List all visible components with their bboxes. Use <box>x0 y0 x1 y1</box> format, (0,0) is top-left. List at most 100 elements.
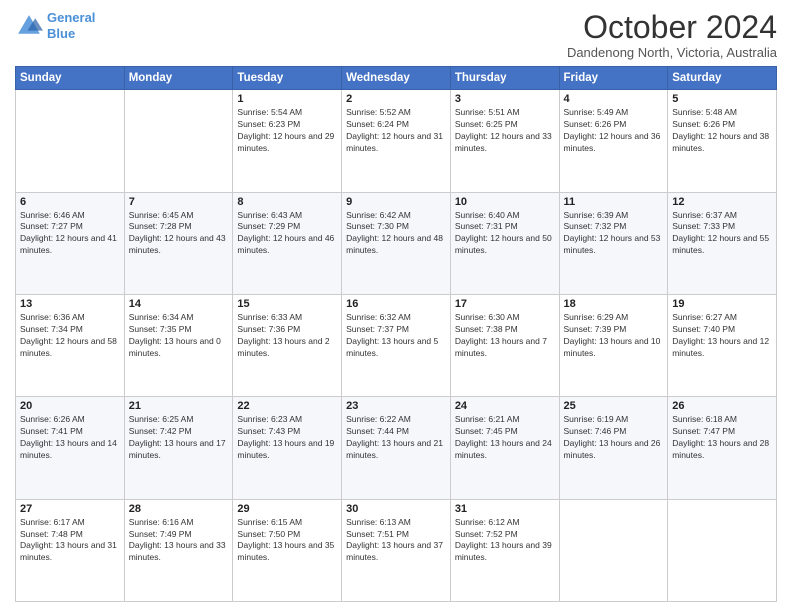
calendar-cell: 15 Sunrise: 6:33 AM Sunset: 7:36 PM Dayli… <box>233 294 342 396</box>
header: General Blue October 2024 Dandenong Nort… <box>15 10 777 60</box>
day-number: 29 <box>237 503 337 515</box>
day-info: Sunrise: 6:33 AM Sunset: 7:36 PM Dayligh… <box>237 312 337 360</box>
logo-line2: Blue <box>47 26 75 41</box>
calendar-cell: 30 Sunrise: 6:13 AM Sunset: 7:51 PM Dayli… <box>342 499 451 601</box>
day-header-sunday: Sunday <box>16 67 125 90</box>
page: General Blue October 2024 Dandenong Nort… <box>0 0 792 612</box>
calendar-cell: 3 Sunrise: 5:51 AM Sunset: 6:25 PM Daylig… <box>450 90 559 192</box>
day-info: Sunrise: 6:27 AM Sunset: 7:40 PM Dayligh… <box>672 312 772 360</box>
calendar-week-2: 6Sunrise: 6:46 AM Sunset: 7:27 PM Daylig… <box>16 192 777 294</box>
logo-text: General Blue <box>47 10 95 41</box>
day-header-thursday: Thursday <box>450 67 559 90</box>
calendar-cell: 27Sunrise: 6:17 AM Sunset: 7:48 PM Dayli… <box>16 499 125 601</box>
calendar-cell: 13 Sunrise: 6:36 AM Sunset: 7:34 PM Dayli… <box>16 294 125 396</box>
day-number: 4 <box>564 93 664 105</box>
calendar-week-1: 1 Sunrise: 5:54 AM Sunset: 6:23 PM Daylig… <box>16 90 777 192</box>
calendar-cell <box>16 90 125 192</box>
calendar-week-3: 13 Sunrise: 6:36 AM Sunset: 7:34 PM Dayli… <box>16 294 777 396</box>
month-year: October 2024 <box>567 10 777 45</box>
day-number: 11 <box>564 196 664 208</box>
day-info: Sunrise: 5:48 AM Sunset: 6:26 PM Dayligh… <box>672 107 772 155</box>
calendar-cell: 20 Sunrise: 6:26 AM Sunset: 7:41 PM Dayli… <box>16 397 125 499</box>
day-header-wednesday: Wednesday <box>342 67 451 90</box>
day-info: Sunrise: 6:18 AM Sunset: 7:47 PM Dayligh… <box>672 414 772 462</box>
calendar-cell: 11 Sunrise: 6:39 AM Sunset: 7:32 PM Dayli… <box>559 192 668 294</box>
day-number: 20 <box>20 400 120 412</box>
calendar-cell: 9Sunrise: 6:42 AM Sunset: 7:30 PM Daylig… <box>342 192 451 294</box>
day-number: 28 <box>129 503 229 515</box>
day-info: Sunrise: 6:39 AM Sunset: 7:32 PM Dayligh… <box>564 210 664 258</box>
day-header-friday: Friday <box>559 67 668 90</box>
calendar-week-4: 20 Sunrise: 6:26 AM Sunset: 7:41 PM Dayli… <box>16 397 777 499</box>
day-info: Sunrise: 6:22 AM Sunset: 7:44 PM Dayligh… <box>346 414 446 462</box>
day-info: Sunrise: 6:36 AM Sunset: 7:34 PM Dayligh… <box>20 312 120 360</box>
title-block: October 2024 Dandenong North, Victoria, … <box>567 10 777 60</box>
calendar-header-row: SundayMondayTuesdayWednesdayThursdayFrid… <box>16 67 777 90</box>
calendar-cell: 26 Sunrise: 6:18 AM Sunset: 7:47 PM Dayli… <box>668 397 777 499</box>
day-header-tuesday: Tuesday <box>233 67 342 90</box>
day-number: 22 <box>237 400 337 412</box>
day-number: 7 <box>129 196 229 208</box>
location: Dandenong North, Victoria, Australia <box>567 45 777 60</box>
day-number: 26 <box>672 400 772 412</box>
calendar-cell: 2Sunrise: 5:52 AM Sunset: 6:24 PM Daylig… <box>342 90 451 192</box>
day-number: 6 <box>20 196 120 208</box>
calendar-cell: 28 Sunrise: 6:16 AM Sunset: 7:49 PM Dayli… <box>124 499 233 601</box>
day-info: Sunrise: 6:13 AM Sunset: 7:51 PM Dayligh… <box>346 517 446 565</box>
calendar-cell <box>124 90 233 192</box>
day-info: Sunrise: 6:17 AM Sunset: 7:48 PM Dayligh… <box>20 517 120 565</box>
day-number: 1 <box>237 93 337 105</box>
day-info: Sunrise: 6:15 AM Sunset: 7:50 PM Dayligh… <box>237 517 337 565</box>
day-number: 21 <box>129 400 229 412</box>
calendar-table: SundayMondayTuesdayWednesdayThursdayFrid… <box>15 66 777 602</box>
day-info: Sunrise: 5:54 AM Sunset: 6:23 PM Dayligh… <box>237 107 337 155</box>
calendar-cell: 31Sunrise: 6:12 AM Sunset: 7:52 PM Dayli… <box>450 499 559 601</box>
calendar-cell: 19 Sunrise: 6:27 AM Sunset: 7:40 PM Dayli… <box>668 294 777 396</box>
day-info: Sunrise: 6:32 AM Sunset: 7:37 PM Dayligh… <box>346 312 446 360</box>
calendar-cell: 14 Sunrise: 6:34 AM Sunset: 7:35 PM Dayli… <box>124 294 233 396</box>
calendar-cell: 25 Sunrise: 6:19 AM Sunset: 7:46 PM Dayli… <box>559 397 668 499</box>
day-info: Sunrise: 6:19 AM Sunset: 7:46 PM Dayligh… <box>564 414 664 462</box>
day-number: 25 <box>564 400 664 412</box>
calendar-cell: 17 Sunrise: 6:30 AM Sunset: 7:38 PM Dayli… <box>450 294 559 396</box>
day-info: Sunrise: 6:29 AM Sunset: 7:39 PM Dayligh… <box>564 312 664 360</box>
day-info: Sunrise: 6:40 AM Sunset: 7:31 PM Dayligh… <box>455 210 555 258</box>
day-info: Sunrise: 5:49 AM Sunset: 6:26 PM Dayligh… <box>564 107 664 155</box>
day-number: 16 <box>346 298 446 310</box>
logo-icon <box>15 12 43 40</box>
logo: General Blue <box>15 10 95 41</box>
calendar-cell: 21 Sunrise: 6:25 AM Sunset: 7:42 PM Dayli… <box>124 397 233 499</box>
day-number: 5 <box>672 93 772 105</box>
calendar-cell: 10Sunrise: 6:40 AM Sunset: 7:31 PM Dayli… <box>450 192 559 294</box>
day-number: 15 <box>237 298 337 310</box>
day-number: 19 <box>672 298 772 310</box>
day-number: 8 <box>237 196 337 208</box>
day-info: Sunrise: 6:43 AM Sunset: 7:29 PM Dayligh… <box>237 210 337 258</box>
calendar-cell: 8 Sunrise: 6:43 AM Sunset: 7:29 PM Daylig… <box>233 192 342 294</box>
day-number: 2 <box>346 93 446 105</box>
day-info: Sunrise: 6:26 AM Sunset: 7:41 PM Dayligh… <box>20 414 120 462</box>
day-number: 13 <box>20 298 120 310</box>
day-info: Sunrise: 6:30 AM Sunset: 7:38 PM Dayligh… <box>455 312 555 360</box>
calendar-cell: 12Sunrise: 6:37 AM Sunset: 7:33 PM Dayli… <box>668 192 777 294</box>
calendar-cell: 1 Sunrise: 5:54 AM Sunset: 6:23 PM Daylig… <box>233 90 342 192</box>
day-info: Sunrise: 6:37 AM Sunset: 7:33 PM Dayligh… <box>672 210 772 258</box>
day-header-monday: Monday <box>124 67 233 90</box>
calendar-cell: 22Sunrise: 6:23 AM Sunset: 7:43 PM Dayli… <box>233 397 342 499</box>
day-info: Sunrise: 6:16 AM Sunset: 7:49 PM Dayligh… <box>129 517 229 565</box>
day-info: Sunrise: 5:51 AM Sunset: 6:25 PM Dayligh… <box>455 107 555 155</box>
day-info: Sunrise: 6:34 AM Sunset: 7:35 PM Dayligh… <box>129 312 229 360</box>
calendar-cell: 6Sunrise: 6:46 AM Sunset: 7:27 PM Daylig… <box>16 192 125 294</box>
day-number: 30 <box>346 503 446 515</box>
day-number: 17 <box>455 298 555 310</box>
day-number: 14 <box>129 298 229 310</box>
day-info: Sunrise: 6:25 AM Sunset: 7:42 PM Dayligh… <box>129 414 229 462</box>
day-number: 31 <box>455 503 555 515</box>
day-number: 18 <box>564 298 664 310</box>
day-number: 23 <box>346 400 446 412</box>
day-info: Sunrise: 6:42 AM Sunset: 7:30 PM Dayligh… <box>346 210 446 258</box>
day-header-saturday: Saturday <box>668 67 777 90</box>
calendar-cell: 24Sunrise: 6:21 AM Sunset: 7:45 PM Dayli… <box>450 397 559 499</box>
calendar-cell: 5 Sunrise: 5:48 AM Sunset: 6:26 PM Daylig… <box>668 90 777 192</box>
day-number: 3 <box>455 93 555 105</box>
